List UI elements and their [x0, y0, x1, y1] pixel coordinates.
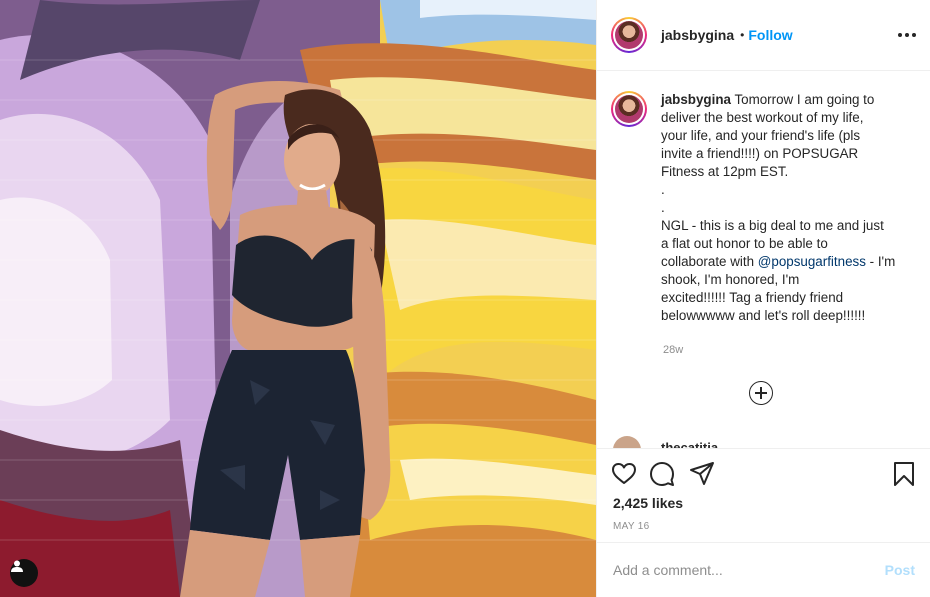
avatar[interactable]: [613, 436, 641, 448]
caption-line: a flat out honor to be able to: [661, 236, 828, 251]
caption-line: invite a friend!!!!) on POPSUGAR: [661, 146, 859, 161]
comment-icon[interactable]: [649, 461, 675, 487]
caption-line: your life, and your friend's life (pls: [661, 128, 861, 143]
comment-username[interactable]: thecatitia: [661, 440, 718, 448]
caption-line: .: [661, 182, 665, 197]
caption-text: jabsbygina Tomorrow I am going to delive…: [661, 91, 901, 325]
caption-line: collaborate with: [661, 254, 755, 269]
paper-plane-icon[interactable]: [689, 461, 715, 487]
caption-avatar[interactable]: [611, 91, 647, 127]
mural-photo-image: [0, 0, 596, 597]
caption-line: Tomorrow I am going to: [734, 92, 875, 107]
caption-line: belowwwww and let's roll deep!!!!!!: [661, 308, 866, 323]
more-options-icon[interactable]: [898, 26, 916, 44]
load-more-comments-icon[interactable]: [749, 381, 773, 405]
caption-line: excited!!!!!! Tag a friendy friend: [661, 290, 844, 305]
post-side-panel: jabsbygina • Follow jabsbygina Tomorrow …: [596, 0, 930, 597]
caption-username[interactable]: jabsbygina: [661, 92, 731, 107]
post-actions: 2,425 likes MAY 16: [597, 448, 930, 542]
comment-bar: Post: [597, 542, 930, 597]
caption-line: deliver the best workout of my life,: [661, 110, 864, 125]
bookmark-icon[interactable]: [891, 461, 917, 487]
post-date[interactable]: MAY 16: [613, 521, 649, 532]
caption-line: NGL - this is a big deal to me and just: [661, 218, 884, 233]
follow-button[interactable]: Follow: [748, 27, 792, 43]
avatar[interactable]: [611, 17, 647, 53]
comment-input[interactable]: [613, 562, 885, 578]
post-photo[interactable]: [0, 0, 596, 597]
header-username[interactable]: jabsbygina: [661, 27, 734, 43]
post-comment-button[interactable]: Post: [885, 562, 915, 578]
user-tag-icon[interactable]: [10, 559, 38, 587]
caption-line: .: [661, 200, 665, 215]
heart-icon[interactable]: [611, 461, 637, 487]
caption-age[interactable]: 28w: [663, 344, 683, 356]
caption: jabsbygina Tomorrow I am going to delive…: [611, 91, 916, 325]
mention-link[interactable]: @popsugarfitness: [758, 254, 866, 269]
caption-line: Fitness at 12pm EST.: [661, 164, 789, 179]
separator-dot: •: [740, 28, 745, 42]
next-comment-peek: thecatitia: [613, 436, 913, 448]
post-header: jabsbygina • Follow: [597, 0, 930, 71]
like-count[interactable]: 2,425 likes: [613, 495, 683, 511]
post-modal: jabsbygina • Follow jabsbygina Tomorrow …: [0, 0, 930, 597]
